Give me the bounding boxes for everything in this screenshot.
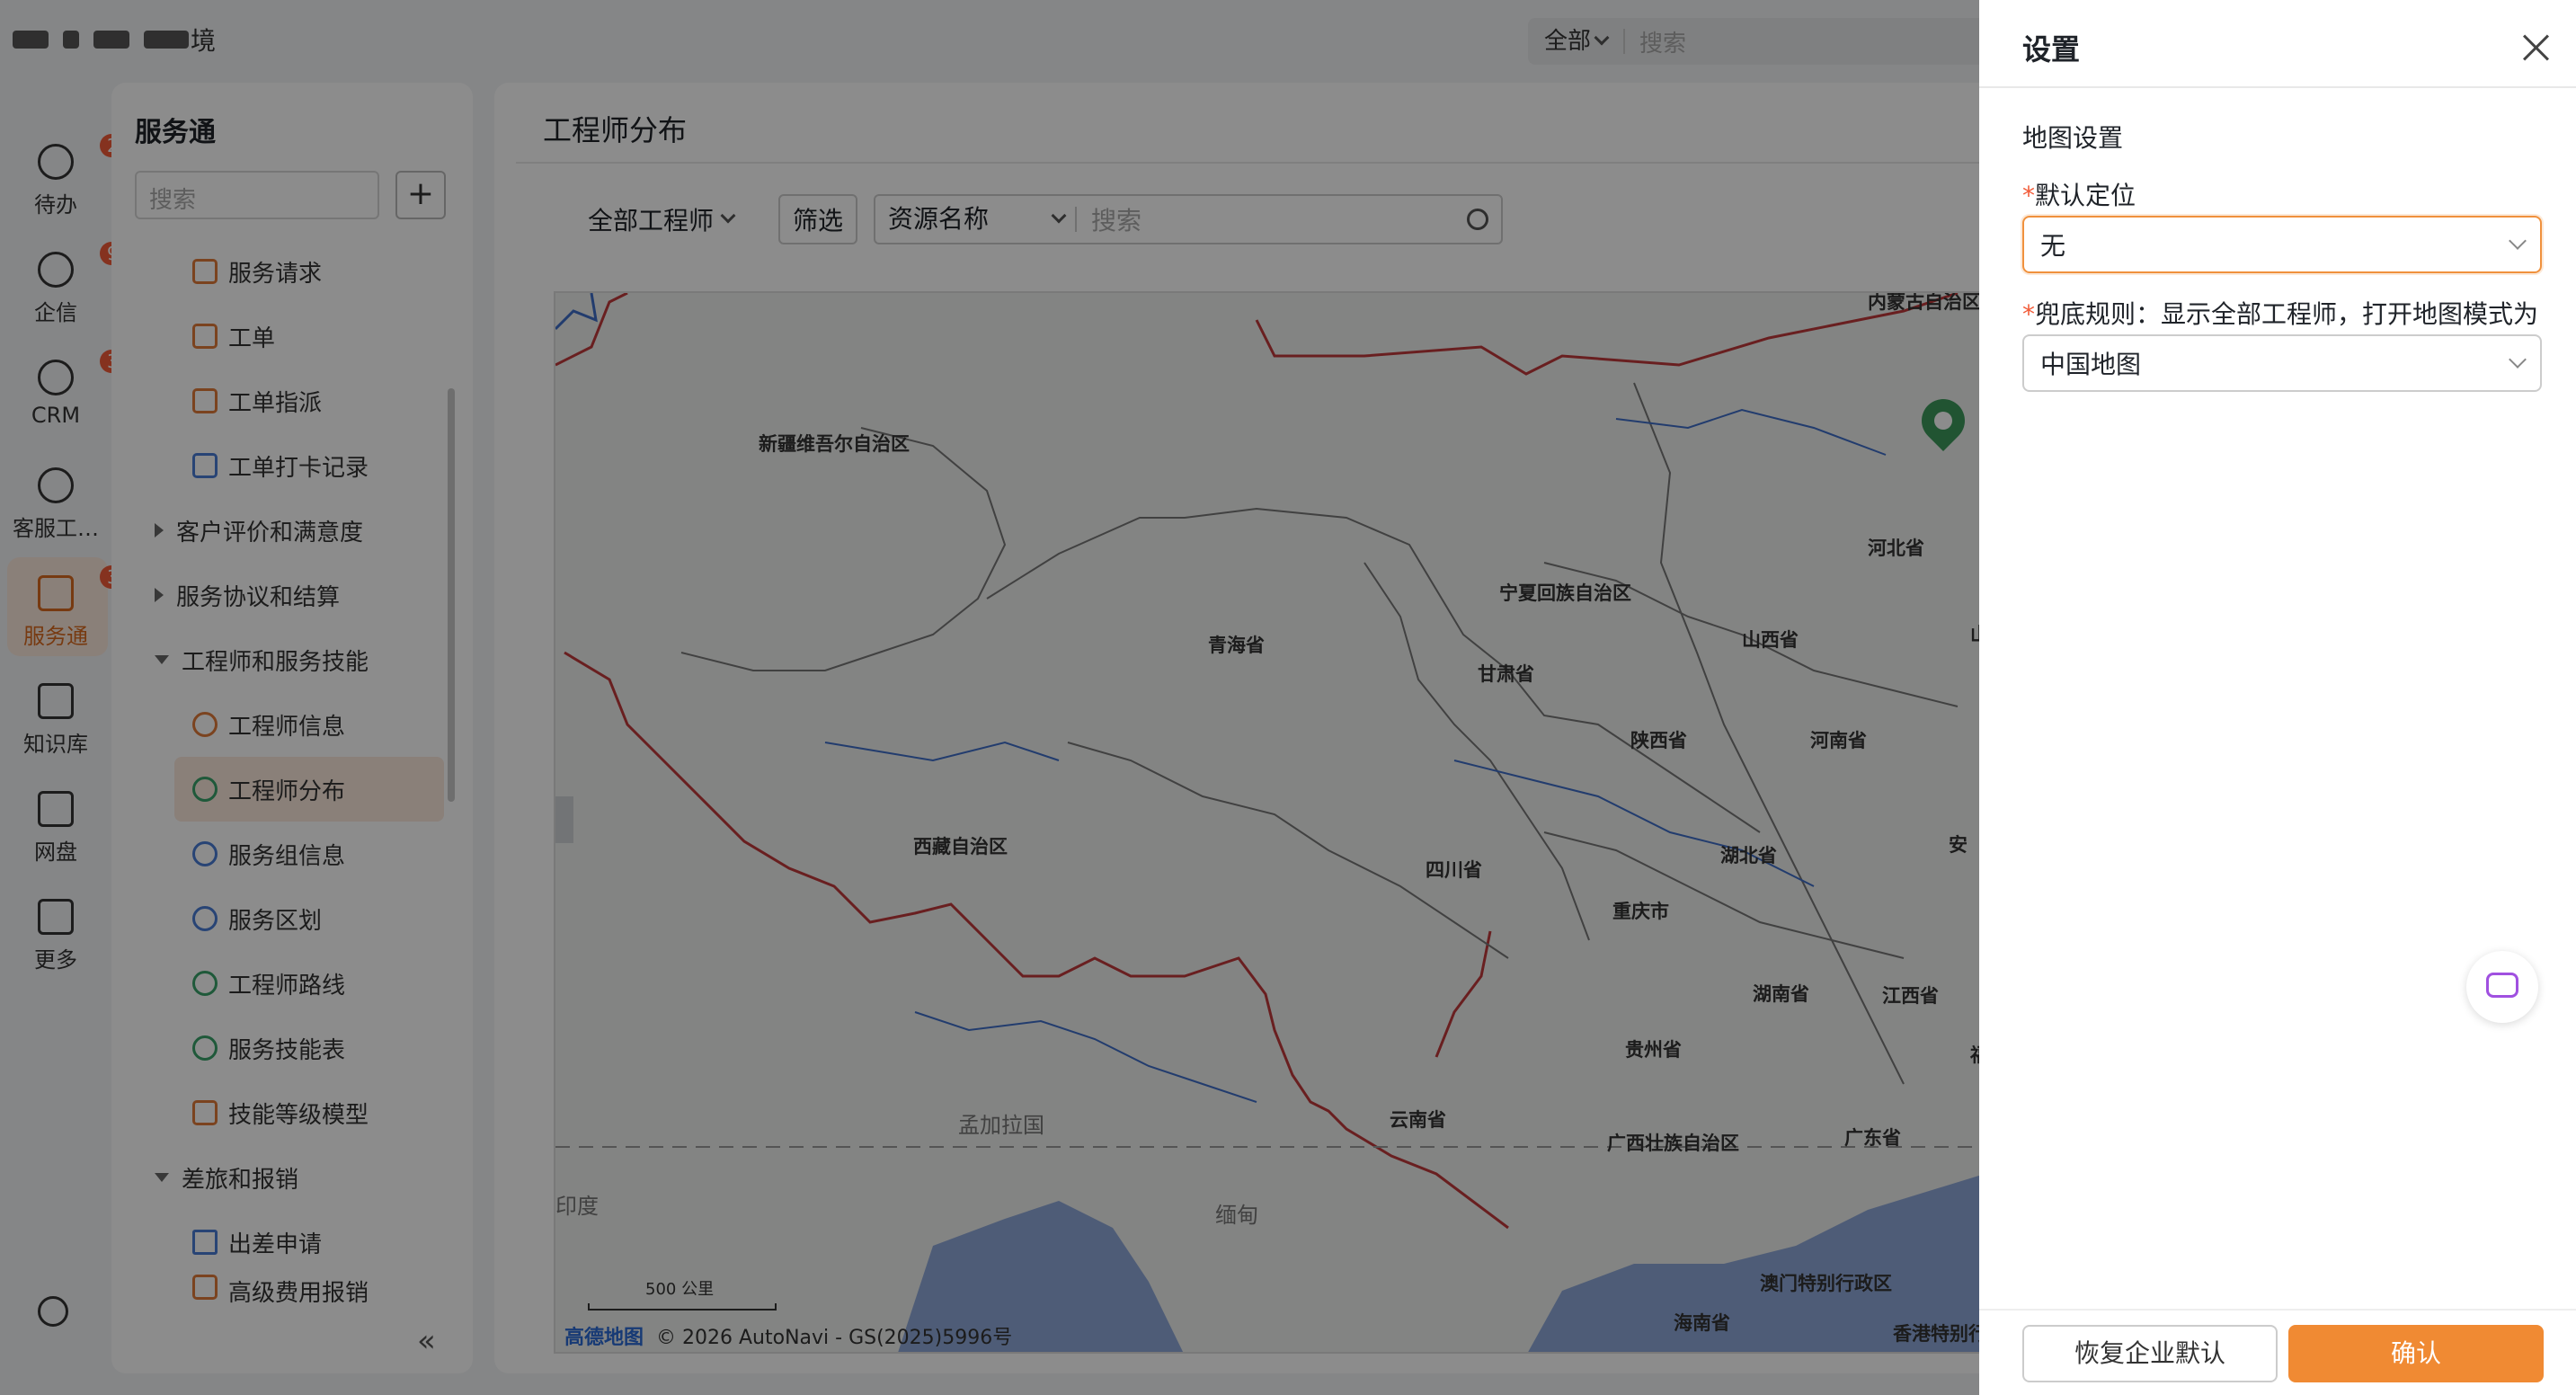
chevron-down-icon: [2509, 351, 2527, 369]
required-mark: *: [2022, 181, 2035, 210]
default-location-select[interactable]: 无: [2022, 216, 2542, 273]
settings-drawer: 设置 地图设置 *默认定位 无 *兜底规则：显示全部工程师，打开地图模式为 中国…: [1979, 0, 2576, 1395]
fallback-rule-label: *兜底规则：显示全部工程师，打开地图模式为: [2022, 295, 2538, 331]
label-text: 兜底规则：显示全部工程师，打开地图模式为: [2035, 299, 2539, 329]
select-value: 无: [2040, 231, 2066, 261]
drawer-title: 设置: [2022, 32, 2081, 67]
fallback-map-mode-select[interactable]: 中国地图: [2022, 334, 2542, 392]
modal-overlay[interactable]: [0, 0, 1979, 1395]
select-value: 中国地图: [2040, 350, 2142, 379]
divider: [1979, 86, 2576, 88]
close-icon[interactable]: [2522, 34, 2549, 61]
confirm-button[interactable]: 确认: [2288, 1325, 2544, 1382]
chevron-down-icon: [2509, 232, 2527, 250]
section-title: 地图设置: [2022, 123, 2124, 153]
label-text: 默认定位: [2035, 181, 2136, 210]
divider: [1979, 1309, 2576, 1311]
restore-default-button[interactable]: 恢复企业默认: [2022, 1325, 2278, 1382]
ai-assistant-button[interactable]: [2466, 951, 2538, 1023]
required-mark: *: [2022, 299, 2035, 329]
robot-icon: [2486, 973, 2518, 998]
default-location-label: *默认定位: [2022, 176, 2136, 212]
